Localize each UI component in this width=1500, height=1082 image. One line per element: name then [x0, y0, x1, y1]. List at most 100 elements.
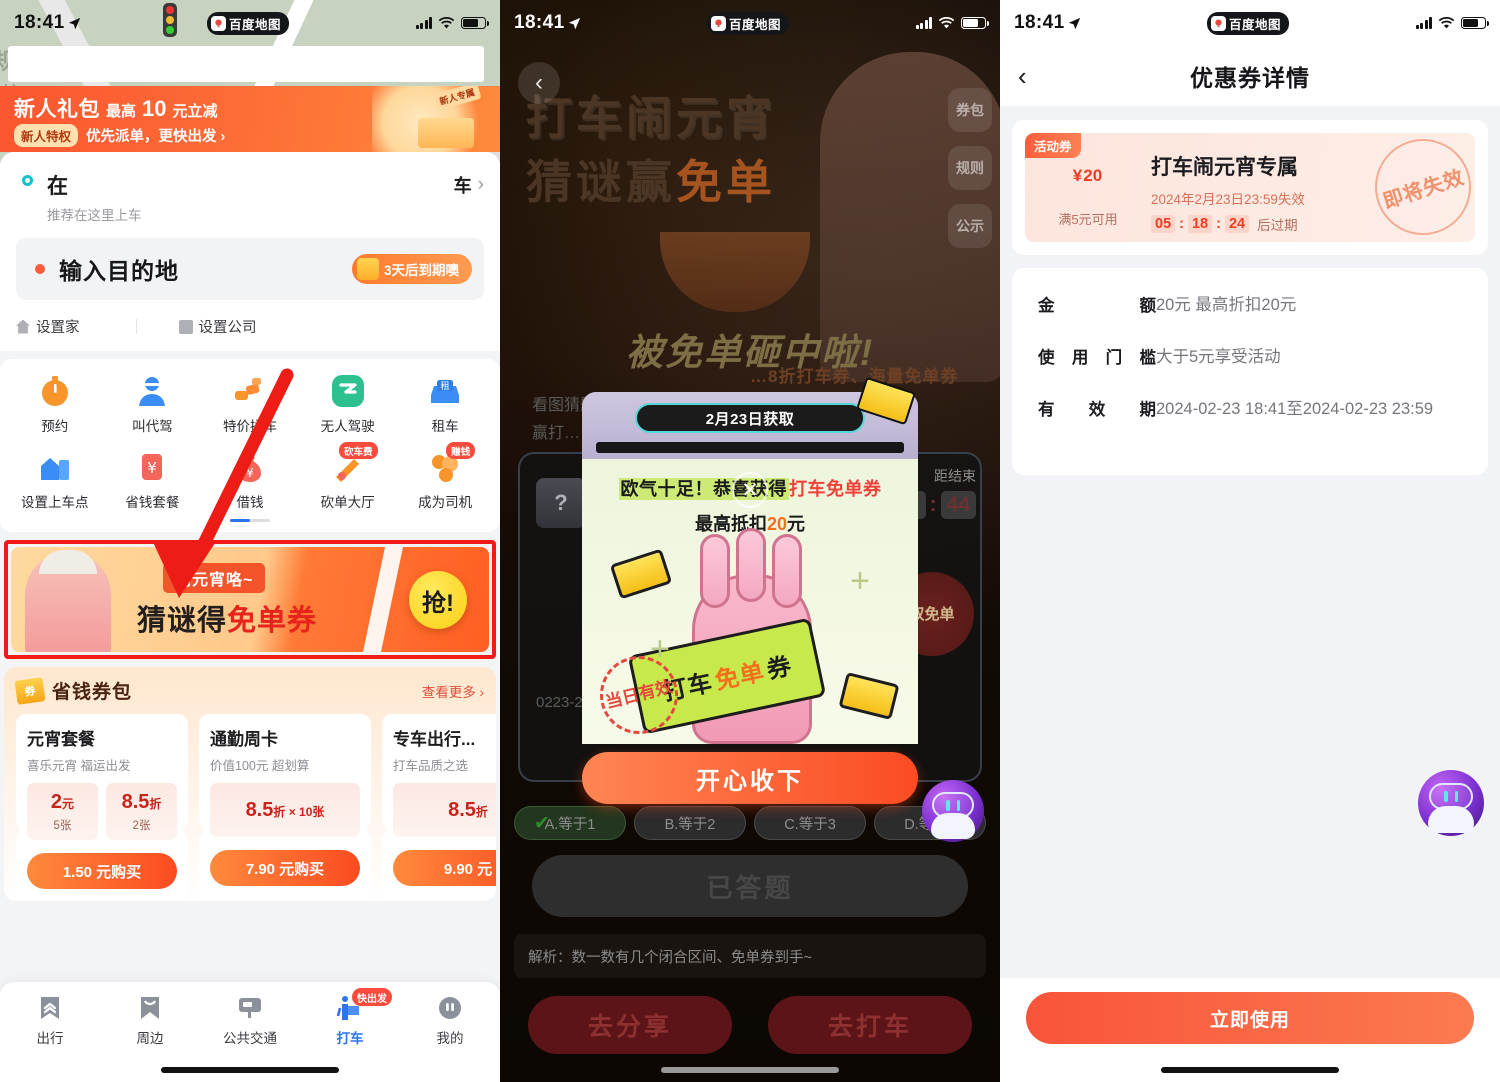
- tab-chuxing[interactable]: 出行: [0, 994, 100, 1082]
- answer-options-row: A.等于1 B.等于2 C.等于3 D.等于4: [514, 806, 986, 840]
- coupon-card[interactable]: 专车出行... 打车品质之选 8.5折 9.90 元: [377, 714, 496, 901]
- robot-body: [931, 813, 975, 839]
- home-indicator: [1161, 1067, 1339, 1073]
- coupon-value-sub: 张: [312, 805, 325, 819]
- coupon-buy-button[interactable]: 9.90 元: [393, 850, 496, 886]
- stopwatch-icon: [37, 373, 73, 409]
- ai-robot-icon[interactable]: [1418, 770, 1484, 836]
- detail-row-validity: 有效期 2024-02-23 18:41至2024-02-23 23:59: [1038, 396, 1462, 422]
- home-icon: [16, 319, 30, 334]
- notch: [184, 822, 193, 838]
- service-item-pinche[interactable]: 特价拼车: [201, 373, 299, 435]
- coupon-card[interactable]: 元宵套餐 喜乐元宵 福运出发 2元 5张 8.5折 2张 1.50 元购买: [11, 714, 193, 901]
- bus-icon: [236, 994, 264, 1022]
- pickup-dot-icon: [22, 175, 33, 186]
- use-now-button[interactable]: 立即使用: [1026, 992, 1474, 1044]
- service-item-save-package[interactable]: ¥ 省钱套餐: [104, 449, 202, 511]
- set-home-button[interactable]: 设置家: [16, 316, 80, 337]
- coupon-value-sub: 2张: [132, 820, 151, 832]
- service-item-wurenjiashi[interactable]: 无人驾驶: [299, 373, 397, 435]
- status-indicators: [915, 16, 989, 30]
- side-button-rules[interactable]: 规则: [948, 146, 992, 190]
- accept-reward-button[interactable]: 开心收下: [582, 752, 918, 804]
- side-action-buttons: 券包 规则 公示: [948, 88, 992, 248]
- side-button-announcement[interactable]: 公示: [948, 204, 992, 248]
- pickup-sub: 推荐在这里上车: [47, 208, 142, 223]
- hit-title: 被免单砸中啦!: [625, 332, 875, 373]
- service-label: 省钱套餐: [125, 495, 180, 510]
- location-arrow-icon: [68, 17, 80, 29]
- service-grid-row: 预约 叫代驾 特价拼车 无人驾驶 租 租车: [6, 373, 494, 435]
- share-button[interactable]: 去分享: [528, 996, 732, 1054]
- pickup-right[interactable]: 车 ›: [454, 172, 484, 198]
- answer-option-b[interactable]: B.等于2: [634, 806, 746, 840]
- countdown-hours: 05: [1151, 215, 1176, 233]
- search-input[interactable]: [8, 46, 484, 82]
- service-item-borrow[interactable]: ¥ 借钱: [201, 449, 299, 511]
- three-panel-screenshot: 规划建设局 技 18:41 百度地图: [0, 0, 1500, 1082]
- service-label: 成为司机: [418, 495, 473, 510]
- app-badge-label: 百度地图: [229, 17, 282, 32]
- grid-pager[interactable]: [230, 519, 270, 522]
- destination-placeholder: 输入目的地: [59, 258, 179, 284]
- carpool-icon: [232, 373, 268, 409]
- coupon-amount-block: ¥20 满5元可用: [1025, 147, 1151, 228]
- coupon-type-tag: 活动券: [1025, 133, 1081, 158]
- bottom-tab-bar: 出行 周边 公共交通 快出发 打车 我的: [0, 982, 500, 1082]
- set-company-button[interactable]: 设置公司: [178, 316, 257, 337]
- coupon-detail-fields: 金额 20元 最高折扣20元 使用门槛 大于5元享受活动 有效期 2024-02…: [1012, 268, 1488, 475]
- tab-label: 周边: [136, 1031, 164, 1046]
- service-item-pickup-point[interactable]: 设置上车点: [6, 449, 104, 511]
- tab-mine[interactable]: 我的: [400, 994, 500, 1082]
- side-button-coupons[interactable]: 券包: [948, 88, 992, 132]
- service-label: 预约: [41, 419, 69, 434]
- field-key: 使用门槛: [1038, 349, 1156, 367]
- app-badge-label: 百度地图: [1229, 17, 1282, 32]
- coupon-value: 2元 5张: [27, 783, 98, 840]
- taxi-hail-icon: [336, 994, 364, 1022]
- gift-illustration: 新人专属: [372, 86, 492, 152]
- back-button[interactable]: ‹: [518, 62, 560, 104]
- coupon-card-name: 元宵套餐: [27, 730, 95, 749]
- service-item-daijia[interactable]: 叫代驾: [104, 373, 202, 435]
- new-user-gift-banner[interactable]: 新人礼包 最高 10 元立减 新人特权 优先派单，更快出发 › 新人专属: [0, 86, 500, 152]
- service-item-kandan[interactable]: 砍车费 砍单大厅: [299, 442, 397, 511]
- promo-headline: 猜谜得免单券: [137, 597, 317, 639]
- modal-date-chip: 2月23日获取: [635, 403, 865, 433]
- profile-icon: [436, 994, 464, 1022]
- status-bar: 18:41 百度地图: [500, 0, 1000, 46]
- coupon-expiry-pill[interactable]: 3天后到期噢: [351, 254, 472, 284]
- answer-option-c[interactable]: C.等于3: [754, 806, 866, 840]
- new-user-title: 新人礼包: [14, 98, 100, 121]
- pickup-point-icon: [37, 449, 73, 485]
- book-ride-button[interactable]: 去打车: [768, 996, 972, 1054]
- tab-label: 出行: [36, 1031, 64, 1046]
- coupon-value-main: 8.5: [448, 799, 476, 821]
- panel-coupon-detail: 18:41 百度地图 ‹ 优惠券详情 活动券 ¥20 满5元可用 打车闹元宵专属…: [1000, 0, 1500, 1082]
- coupon-value-unit: 折: [149, 797, 162, 811]
- service-item-become-driver[interactable]: 赚钱 成为司机: [396, 442, 494, 511]
- coupon-buy-button[interactable]: 1.50 元购买: [27, 853, 177, 889]
- coupon-card[interactable]: 通勤周卡 价值100元 超划算 8.5折 × 10张 7.90 元购买: [194, 714, 376, 901]
- ai-robot-icon[interactable]: [922, 780, 984, 842]
- yuan-card-icon: ¥: [134, 449, 170, 485]
- pickup-row[interactable]: 在 推荐在这里上车 车 ›: [16, 170, 484, 224]
- lantern-festival-promo-banner[interactable]: 闹元宵咯~ 猜谜得免单券 抢!: [11, 547, 489, 652]
- close-icon[interactable]: ✕: [732, 472, 768, 508]
- coupon-view-more-link[interactable]: 查看更多 ›: [422, 681, 484, 701]
- wifi-icon: [438, 16, 455, 28]
- answer-option-a[interactable]: A.等于1: [514, 806, 626, 840]
- coupon-buy-button[interactable]: 7.90 元购买: [210, 850, 360, 886]
- service-badge: 赚钱: [446, 442, 476, 459]
- service-item-zuche[interactable]: 租 租车: [396, 373, 494, 435]
- coupon-value-unit: 折 × 10: [273, 805, 313, 819]
- address-card: 在 推荐在这里上车 车 › 输入目的地 3天后到期噢 设置家 设置公司: [0, 152, 500, 351]
- service-item-yuyue[interactable]: 预约: [6, 373, 104, 435]
- status-bar: 18:41 百度地图: [0, 0, 500, 46]
- briefcase-icon: [178, 319, 193, 334]
- tab-label: 打车: [336, 1031, 364, 1046]
- chevron-right-icon: ›: [477, 174, 484, 195]
- destination-input[interactable]: 输入目的地 3天后到期噢: [16, 238, 484, 300]
- coupon-card-desc: 打车品质之选: [393, 759, 469, 773]
- promo-grab-button[interactable]: 抢!: [409, 571, 467, 629]
